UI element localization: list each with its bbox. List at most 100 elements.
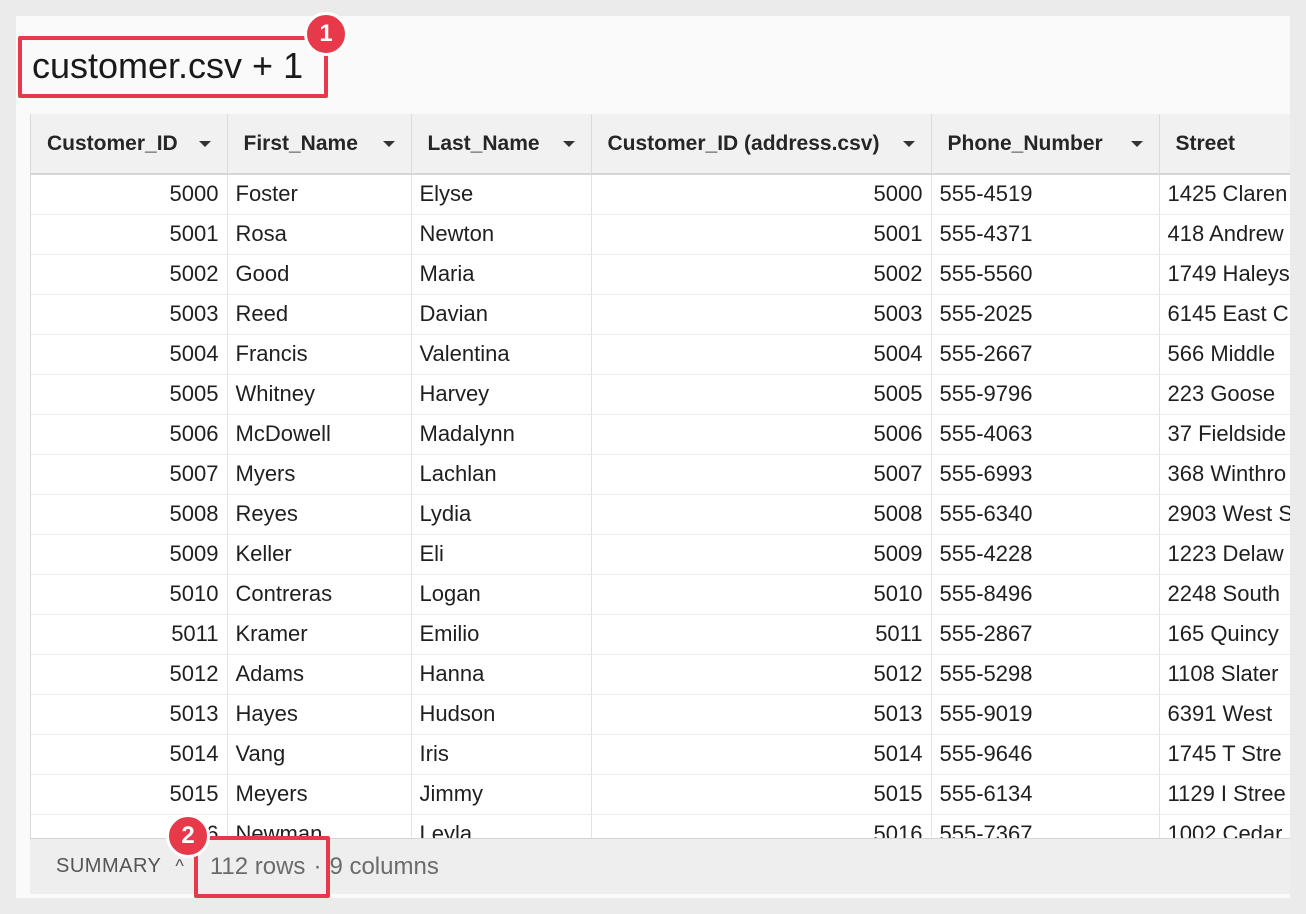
table-cell[interactable]: 5000 [31, 174, 228, 215]
table-cell[interactable]: Hudson [411, 694, 592, 735]
table-cell[interactable]: 5008 [591, 494, 932, 535]
table-cell[interactable]: 555-2667 [931, 334, 1160, 375]
table-cell[interactable]: Francis [227, 334, 412, 375]
table-cell[interactable]: 555-6340 [931, 494, 1160, 535]
column-header[interactable]: Customer_ID (address.csv) [591, 114, 932, 175]
table-cell[interactable]: 555-4063 [931, 414, 1160, 455]
table-cell[interactable]: 555-5298 [931, 654, 1160, 695]
table-row[interactable]: 5010 Contreras Logan 5010 555-8496 2248 South [31, 574, 1290, 615]
table-cell[interactable]: 418 Andrew [1159, 214, 1290, 255]
summary-toggle[interactable]: SUMMARY [56, 855, 161, 878]
table-cell[interactable]: 5005 [591, 374, 932, 415]
table-cell[interactable]: 1108 Slater [1159, 654, 1290, 695]
table-cell[interactable]: 2248 South [1159, 574, 1290, 615]
table-row[interactable]: 5007 Myers Lachlan 5007 555-6993 368 Winthro [31, 454, 1290, 495]
table-row[interactable]: 5014 Vang Iris 5014 555-9646 1745 T Stre [31, 734, 1290, 775]
table-cell[interactable]: 5006 [31, 414, 228, 455]
table-row[interactable]: 5000 Foster Elyse 5000 555-4519 1425 Claren [31, 174, 1290, 215]
column-header[interactable]: Last_Name [411, 114, 592, 175]
table-cell[interactable]: 1223 Delaw [1159, 534, 1290, 575]
table-cell[interactable]: 555-9796 [931, 374, 1160, 415]
column-header[interactable]: Phone_Number [931, 114, 1160, 175]
table-cell[interactable]: 5008 [31, 494, 228, 535]
table-cell[interactable]: 555-6134 [931, 774, 1160, 815]
table-cell[interactable]: Myers [227, 454, 412, 495]
table-cell[interactable]: Kramer [227, 614, 412, 655]
caret-down-icon[interactable] [382, 140, 395, 147]
table-cell[interactable]: Logan [411, 574, 592, 615]
table-row[interactable]: 5001 Rosa Newton 5001 555-4371 418 Andrew [31, 214, 1290, 255]
table-cell[interactable]: 368 Winthro [1159, 454, 1290, 495]
table-cell[interactable]: 5003 [591, 294, 932, 335]
table-cell[interactable]: Iris [411, 734, 592, 775]
table-cell[interactable]: 223 Goose [1159, 374, 1290, 415]
table-cell[interactable]: 1129 I Stree [1159, 774, 1290, 815]
table-cell[interactable]: 555-2025 [931, 294, 1160, 335]
table-cell[interactable]: 5002 [591, 254, 932, 295]
table-cell[interactable]: 5004 [591, 334, 932, 375]
table-cell[interactable]: Elyse [411, 174, 592, 215]
table-cell[interactable]: Reyes [227, 494, 412, 535]
table-cell[interactable]: 5010 [591, 574, 932, 615]
table-cell[interactable]: 37 Fieldside [1159, 414, 1290, 455]
table-row[interactable]: 5002 Good Maria 5002 555-5560 1749 Haleys [31, 254, 1290, 295]
table-cell[interactable]: 2903 West S [1159, 494, 1290, 535]
table-cell[interactable]: 5001 [31, 214, 228, 255]
table-cell[interactable]: 5009 [591, 534, 932, 575]
table-row[interactable]: 5009 Keller Eli 5009 555-4228 1223 Delaw [31, 534, 1290, 575]
table-cell[interactable]: 5005 [31, 374, 228, 415]
caret-down-icon[interactable] [1130, 140, 1143, 147]
table-cell[interactable]: Good [227, 254, 412, 295]
table-cell[interactable]: 5013 [591, 694, 932, 735]
table-cell[interactable]: 6145 East C [1159, 294, 1290, 335]
table-cell[interactable]: 6391 West [1159, 694, 1290, 735]
table-cell[interactable]: 5004 [31, 334, 228, 375]
table-cell[interactable]: 5015 [31, 774, 228, 815]
table-cell[interactable]: Whitney [227, 374, 412, 415]
table-cell[interactable]: 5009 [31, 534, 228, 575]
table-cell[interactable]: Valentina [411, 334, 592, 375]
table-cell[interactable]: Jimmy [411, 774, 592, 815]
table-cell[interactable]: 555-5560 [931, 254, 1160, 295]
chevron-up-icon[interactable]: ^ [175, 856, 183, 877]
table-cell[interactable]: Madalynn [411, 414, 592, 455]
table-cell[interactable]: Maria [411, 254, 592, 295]
table-cell[interactable]: 555-9646 [931, 734, 1160, 775]
caret-down-icon[interactable] [902, 140, 915, 147]
table-cell[interactable]: 1749 Haleys [1159, 254, 1290, 295]
table-cell[interactable]: Harvey [411, 374, 592, 415]
table-cell[interactable]: 5014 [31, 734, 228, 775]
table-cell[interactable]: 5000 [591, 174, 932, 215]
table-cell[interactable]: Reed [227, 294, 412, 335]
table-cell[interactable]: 5007 [591, 454, 932, 495]
table-cell[interactable]: 555-4371 [931, 214, 1160, 255]
table-cell[interactable]: 555-4228 [931, 534, 1160, 575]
table-cell[interactable]: 555-8496 [931, 574, 1160, 615]
table-cell[interactable]: Lachlan [411, 454, 592, 495]
column-header[interactable]: First_Name [227, 114, 412, 175]
table-row[interactable]: 5012 Adams Hanna 5012 555-5298 1108 Slater [31, 654, 1290, 695]
table-cell[interactable]: 5011 [31, 614, 228, 655]
table-cell[interactable]: 5013 [31, 694, 228, 735]
table-cell[interactable]: Rosa [227, 214, 412, 255]
table-cell[interactable]: 5012 [31, 654, 228, 695]
table-cell[interactable]: McDowell [227, 414, 412, 455]
table-row[interactable]: 5006 McDowell Madalynn 5006 555-4063 37 Field… [31, 414, 1290, 455]
table-cell[interactable]: Eli [411, 534, 592, 575]
table-row[interactable]: 5005 Whitney Harvey 5005 555-9796 223 Goose [31, 374, 1290, 415]
table-row[interactable]: 5003 Reed Davian 5003 555-2025 6145 East C [31, 294, 1290, 335]
table-cell[interactable]: Emilio [411, 614, 592, 655]
table-cell[interactable]: Lydia [411, 494, 592, 535]
table-cell[interactable]: 5002 [31, 254, 228, 295]
table-cell[interactable]: Contreras [227, 574, 412, 615]
table-row[interactable]: 5011 Kramer Emilio 5011 555-2867 165 Quincy [31, 614, 1290, 655]
table-row[interactable]: 5008 Reyes Lydia 5008 555-6340 2903 West S [31, 494, 1290, 535]
table-row[interactable]: 5015 Meyers Jimmy 5015 555-6134 1129 I Stree [31, 774, 1290, 815]
table-cell[interactable]: 555-2867 [931, 614, 1160, 655]
table-cell[interactable]: Meyers [227, 774, 412, 815]
table-cell[interactable]: 5003 [31, 294, 228, 335]
table-cell[interactable]: 555-9019 [931, 694, 1160, 735]
table-row[interactable]: 5013 Hayes Hudson 5013 555-9019 6391 West [31, 694, 1290, 735]
table-cell[interactable]: 165 Quincy [1159, 614, 1290, 655]
table-cell[interactable]: 5015 [591, 774, 932, 815]
